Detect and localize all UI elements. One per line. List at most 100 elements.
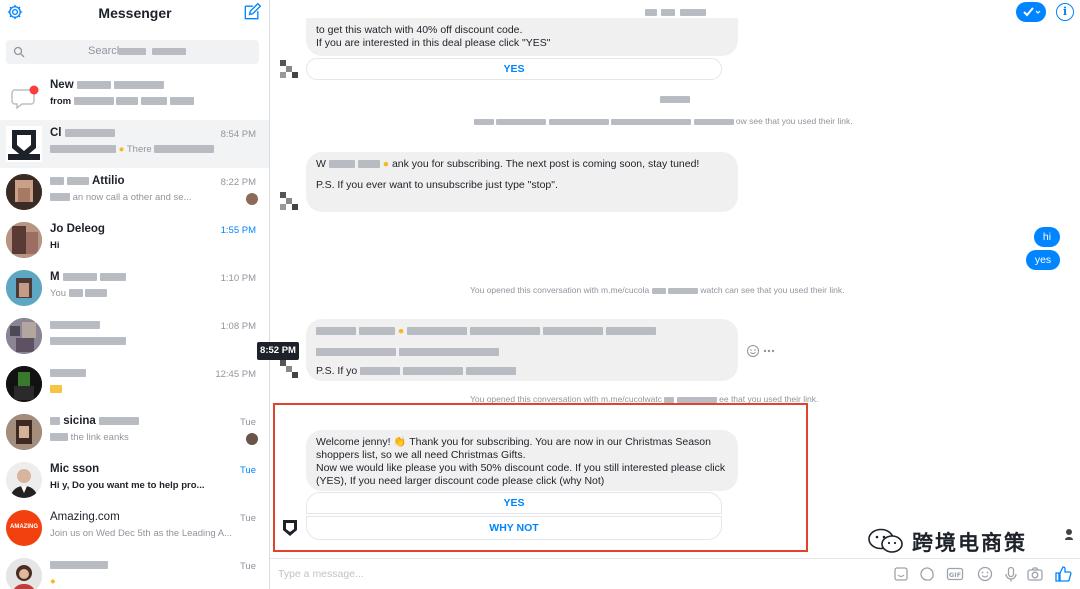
outgoing-message: hi [1034,227,1060,247]
conversation-preview: the link eanks [50,432,240,443]
seen-avatar [246,193,258,205]
conversation-preview [50,336,240,347]
watermark-text: 跨境电商策 [912,531,1027,555]
conversation-name: Mic sson [50,463,100,475]
wechat-icon [868,528,903,553]
search-input[interactable]: Search [6,40,259,64]
app-title: Messenger [98,5,172,21]
conversation-time: Tue [239,561,256,572]
composer-placeholder: Type a message... [278,568,364,580]
conversation-item[interactable]: Attilio 8:22 PM an now call a other and … [0,168,269,216]
message-composer[interactable]: Type a message... GIF [270,558,1080,589]
info-icon[interactable]: i [1056,3,1074,21]
conversation-item[interactable]: 12:45 PM [0,360,269,408]
avatar [6,558,42,589]
blurred-text [152,48,186,55]
conversation-time: 1:08 PM [220,321,256,332]
sticker-icon[interactable] [892,565,910,583]
conversation-item[interactable]: 1:08 PM [0,312,269,360]
gif-icon[interactable]: GIF [946,565,964,583]
chat-title [645,4,715,17]
avatar [6,462,42,498]
conversation-time: 1:55 PM [220,225,256,236]
message-bubble: to get this watch with 40% off discount … [306,18,738,56]
conversation-name: Cl [50,127,115,139]
compose-icon[interactable] [242,2,262,22]
check-icon [1023,7,1041,17]
message-request-icon [6,78,42,114]
emoji-react-icon[interactable] [746,344,760,358]
message-text: ● [316,325,728,338]
conversation-name [50,367,86,379]
microphone-icon[interactable] [1002,565,1020,583]
message-text: P.S. If you ever want to unsubscribe jus… [316,179,558,191]
page-avatar [280,60,298,78]
conversation-item[interactable]: AMAZING Amazing.com Tue Join us on Wed D… [0,504,269,552]
conversation-preview: Hi y, Do you want me to help pro... [50,480,205,491]
conversation-item[interactable]: Jo Deleog 1:55 PM Hi [0,216,269,264]
message-text [316,346,728,359]
search-icon [13,46,25,58]
avatar [6,270,42,306]
conversation-name: M [50,271,126,283]
page-avatar [280,192,298,210]
conversation-item[interactable]: Mic sson Tue Hi y, Do you want me to hel… [0,456,269,504]
conversation-preview: ● There [50,144,240,155]
camera-icon[interactable] [1026,565,1044,583]
avatar [6,318,42,354]
conversation-name: Amazing.com [50,511,120,523]
conversation-preview: ● [50,576,56,587]
avatar [6,222,42,258]
emoji-sticker-icon[interactable] [918,565,936,583]
sidebar: Messenger Search New from Cl 8:54 PM ● T… [0,0,270,589]
message-bubble: W ● ank you for subscribing. The next po… [306,152,738,212]
conversation-item[interactable]: Cl 8:54 PM ● There [0,120,269,168]
emoji-icon[interactable] [976,565,994,583]
conversation-time: Tue [239,465,256,476]
seen-avatar [1065,529,1073,540]
message-text: If you are interested in this deal pleas… [316,37,551,49]
seen-avatar [246,433,258,445]
yes-button[interactable]: YES [306,58,722,80]
conversation-name: New [50,79,165,91]
highlight-box [273,403,808,552]
conversation-preview: from [50,96,240,107]
conversation-item[interactable]: M 1:10 PM You [0,264,269,312]
avatar-text: AMAZING [10,524,38,530]
avatar [6,174,42,210]
more-options-icon[interactable] [763,348,775,354]
conversation-preview: Hi [50,240,60,251]
timestamp-tooltip: 8:52 PM [257,342,299,360]
sidebar-header: Messenger [0,0,269,28]
conversation-time: 12:45 PM [215,369,256,380]
conversation-preview: You [50,288,240,299]
conversation-time: 8:54 PM [220,129,256,140]
conversation-preview: Join us on Wed Dec 5th as the Leading A.… [50,528,233,539]
outgoing-message: yes [1026,250,1060,270]
conversation-time: 8:22 PM [220,177,256,188]
watermark: 跨境电商策 [866,525,1051,557]
conversation-time: Tue [239,417,256,428]
blurred-text [118,48,146,55]
conversation-time: Tue [239,513,256,524]
message-text: to get this watch with 40% off discount … [316,24,523,36]
avatar: AMAZING [6,510,42,546]
avatar [6,366,42,402]
system-note: ow see that you used their link. [474,116,853,126]
system-note: You opened this conversation with m.me/c… [470,285,845,295]
conversation-item[interactable]: Tue ● [0,552,269,589]
thumbs-up-icon[interactable] [1054,565,1072,583]
conversation-item[interactable]: New from [0,72,269,120]
message-bubble: ● P.S. If yo [306,319,738,381]
avatar [6,414,42,450]
check-button[interactable] [1016,2,1046,22]
conversation-name [50,559,108,571]
message-text: W ● ank you for subscribing. The next po… [316,158,700,170]
messenger-app: Messenger Search New from Cl 8:54 PM ● T… [0,0,1080,589]
conversation-item[interactable]: sicina Tue the link eanks [0,408,269,456]
conversation-name: Jo Deleog [50,223,105,235]
svg-text:GIF: GIF [949,571,961,579]
conversation-name [50,319,100,331]
conversation-time: 1:10 PM [220,273,256,284]
avatar [6,126,42,162]
